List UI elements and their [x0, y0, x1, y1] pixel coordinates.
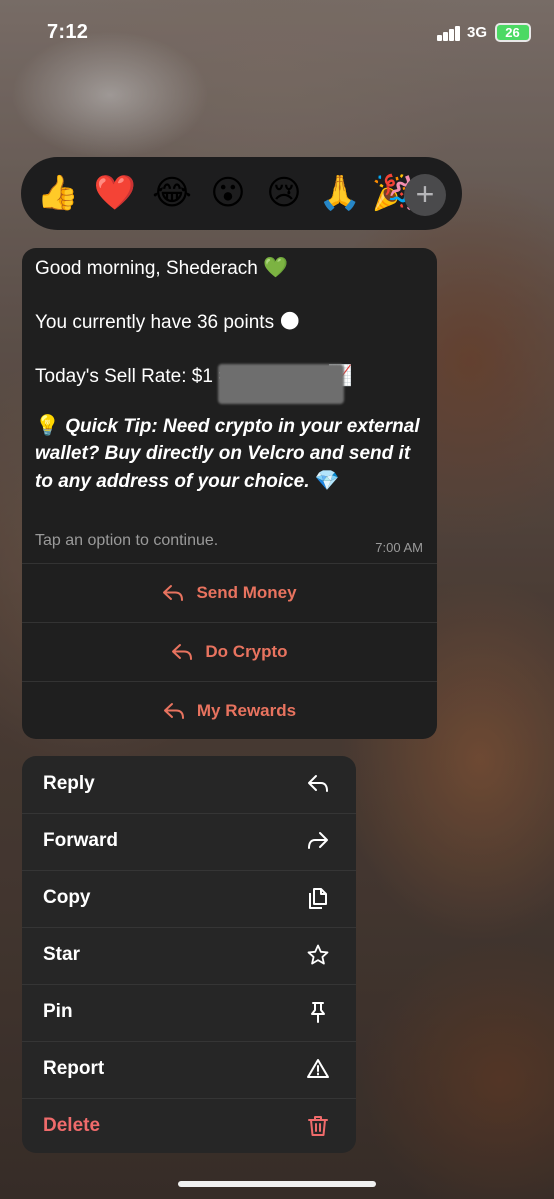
warning-icon	[307, 1059, 329, 1078]
greeting-line: Good morning, Shederach 💚	[35, 254, 288, 282]
reply-arrow-icon	[172, 644, 193, 660]
menu-item-star[interactable]: Star	[22, 927, 356, 985]
menu-item-label: Reply	[43, 773, 95, 794]
reply-arrow-icon	[163, 585, 184, 601]
menu-item-reply[interactable]: Reply	[22, 756, 356, 814]
context-menu: Reply Forward Copy Star Pin Report Delet…	[22, 756, 356, 1153]
reaction-heart[interactable]: ❤️	[93, 171, 137, 215]
menu-item-forward[interactable]: Forward	[22, 813, 356, 871]
moon-emoji: 🌑	[279, 309, 301, 333]
add-reaction-button[interactable]: +	[404, 174, 446, 216]
star-icon	[307, 944, 329, 965]
reply-icon	[308, 775, 328, 792]
points-line: You currently have 36 points 🌑	[35, 308, 300, 336]
quick-reply-label: Send Money	[196, 583, 297, 602]
pin-icon	[311, 1002, 325, 1023]
menu-item-label: Forward	[43, 830, 118, 851]
reaction-bar: 👍 ❤️ 😂 😮 😢 🙏 🎉	[21, 157, 462, 230]
quick-reply-label: My Rewards	[196, 701, 297, 720]
menu-item-label: Report	[43, 1058, 105, 1079]
greeting-text: Good morning, Shederach	[35, 258, 258, 279]
diamond-emoji: 💎	[314, 468, 340, 492]
menu-item-label: Star	[43, 944, 80, 965]
battery-icon: 26	[495, 23, 531, 42]
points-text: You currently have 36 points	[35, 312, 275, 333]
battery-level: 26	[505, 25, 520, 40]
bulb-emoji: 💡	[35, 413, 60, 437]
signal-icon	[437, 26, 463, 41]
menu-item-pin[interactable]: Pin	[22, 984, 356, 1042]
menu-item-copy[interactable]: Copy	[22, 870, 356, 928]
quick-reply-do-crypto[interactable]: Do Crypto	[22, 622, 437, 681]
menu-item-label: Delete	[43, 1115, 101, 1136]
home-indicator[interactable]	[178, 1181, 376, 1187]
reaction-laugh[interactable]: 😂	[150, 171, 194, 215]
forward-icon	[308, 832, 328, 849]
menu-item-delete[interactable]: Delete	[22, 1098, 356, 1153]
trash-icon	[308, 1116, 328, 1136]
quick-reply-send-money[interactable]: Send Money	[22, 563, 437, 622]
status-time: 7:12	[47, 21, 89, 43]
reaction-sad[interactable]: 😢	[262, 171, 306, 215]
menu-item-report[interactable]: Report	[22, 1041, 356, 1099]
message-footer: Tap an option to continue.	[35, 532, 219, 549]
redaction-overlay	[218, 364, 344, 404]
quick-reply-label: Do Crypto	[205, 642, 288, 661]
tip-text: Quick Tip: Need crypto in your external …	[35, 416, 420, 492]
copy-icon	[309, 888, 327, 909]
message-bubble: Good morning, Shederach 💚 You currently …	[22, 248, 437, 739]
quick-tip: 💡 Quick Tip: Need crypto in your externa…	[35, 412, 420, 495]
menu-item-label: Copy	[43, 887, 91, 908]
quick-reply-my-rewards[interactable]: My Rewards	[22, 681, 437, 739]
status-bar: 7:12 3G 26	[0, 0, 554, 66]
message-timestamp: 7:00 AM	[375, 540, 423, 555]
menu-item-label: Pin	[43, 1001, 73, 1022]
green-heart-emoji: 💚	[263, 255, 289, 279]
reaction-thumbs-up[interactable]: 👍	[36, 171, 80, 215]
reaction-surprised[interactable]: 😮	[206, 171, 250, 215]
network-type: 3G	[467, 24, 488, 41]
reaction-pray[interactable]: 🙏	[318, 171, 362, 215]
reply-arrow-icon	[163, 703, 184, 719]
